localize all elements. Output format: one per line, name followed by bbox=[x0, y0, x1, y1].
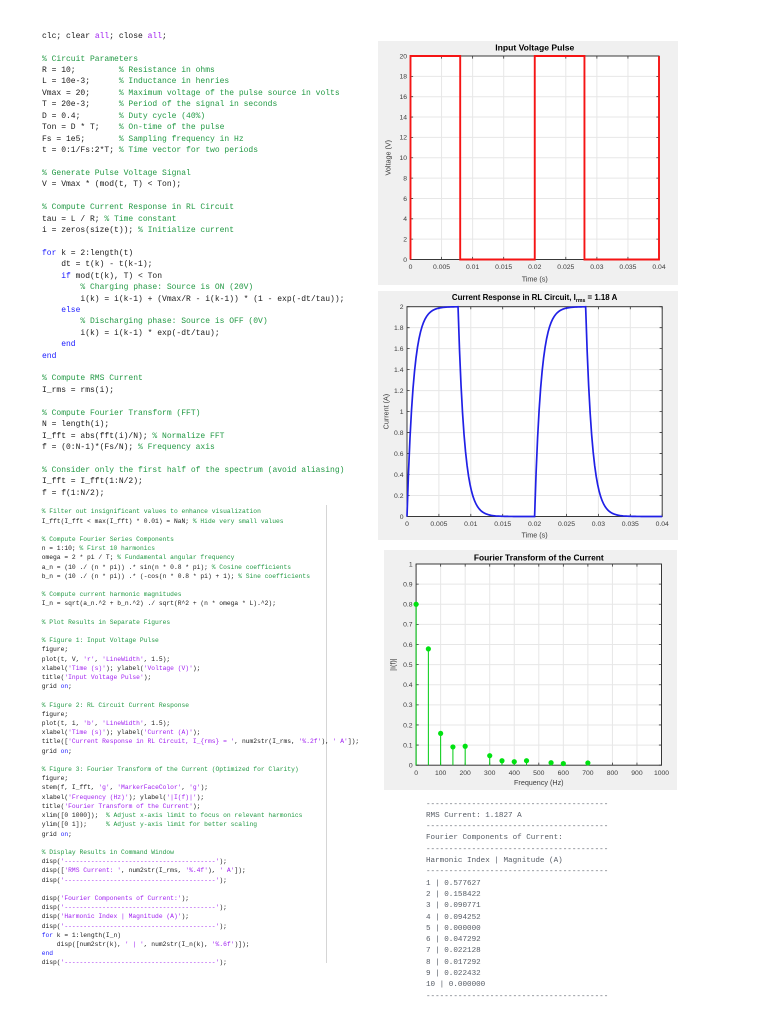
svg-text:12: 12 bbox=[399, 135, 407, 142]
svg-text:20: 20 bbox=[399, 53, 407, 60]
svg-text:0.035: 0.035 bbox=[619, 264, 636, 271]
svg-text:Time (s): Time (s) bbox=[522, 531, 548, 540]
svg-text:0: 0 bbox=[414, 770, 418, 777]
svg-text:2: 2 bbox=[403, 236, 407, 243]
svg-text:500: 500 bbox=[533, 770, 545, 777]
svg-text:8: 8 bbox=[403, 175, 407, 182]
svg-text:2: 2 bbox=[400, 304, 404, 311]
svg-text:0.8: 0.8 bbox=[394, 430, 404, 437]
svg-text:0.6: 0.6 bbox=[403, 642, 413, 649]
svg-text:Input Voltage Pulse: Input Voltage Pulse bbox=[495, 42, 574, 52]
svg-text:0.035: 0.035 bbox=[622, 521, 639, 528]
svg-text:600: 600 bbox=[557, 770, 569, 777]
svg-text:0.9: 0.9 bbox=[403, 581, 413, 588]
svg-text:300: 300 bbox=[484, 770, 496, 777]
svg-text:0.2: 0.2 bbox=[394, 493, 404, 500]
svg-text:0.01: 0.01 bbox=[466, 264, 479, 271]
svg-text:0.3: 0.3 bbox=[403, 702, 413, 709]
svg-text:0: 0 bbox=[403, 257, 407, 264]
svg-text:0.025: 0.025 bbox=[558, 521, 575, 528]
svg-text:1: 1 bbox=[408, 561, 412, 568]
svg-text:18: 18 bbox=[399, 74, 407, 81]
svg-text:0.005: 0.005 bbox=[433, 264, 450, 271]
svg-text:0.04: 0.04 bbox=[652, 264, 665, 271]
svg-text:0.2: 0.2 bbox=[403, 722, 413, 729]
svg-text:Time (s): Time (s) bbox=[522, 275, 548, 284]
svg-text:0.6: 0.6 bbox=[394, 451, 404, 458]
svg-text:0.7: 0.7 bbox=[403, 622, 413, 629]
svg-text:0.4: 0.4 bbox=[394, 472, 404, 479]
svg-text:0.4: 0.4 bbox=[403, 682, 413, 689]
svg-text:0.1: 0.1 bbox=[403, 742, 413, 749]
svg-text:1: 1 bbox=[400, 409, 404, 416]
svg-text:0.015: 0.015 bbox=[495, 264, 512, 271]
svg-text:100: 100 bbox=[434, 770, 446, 777]
svg-text:0.02: 0.02 bbox=[528, 521, 541, 528]
svg-text:16: 16 bbox=[399, 94, 407, 101]
svg-text:0.02: 0.02 bbox=[528, 264, 541, 271]
svg-text:0.5: 0.5 bbox=[403, 662, 413, 669]
svg-text:0.03: 0.03 bbox=[592, 521, 605, 528]
svg-text:10: 10 bbox=[399, 155, 407, 162]
svg-text:0.01: 0.01 bbox=[464, 521, 477, 528]
svg-text:|I(f)|: |I(f)| bbox=[388, 658, 397, 671]
svg-text:1.6: 1.6 bbox=[394, 346, 404, 353]
svg-text:1.8: 1.8 bbox=[394, 325, 404, 332]
svg-text:0.04: 0.04 bbox=[656, 521, 669, 528]
svg-text:Frequency (Hz): Frequency (Hz) bbox=[514, 778, 564, 787]
svg-text:14: 14 bbox=[399, 114, 407, 121]
svg-text:Current (A): Current (A) bbox=[382, 394, 391, 430]
svg-text:0.025: 0.025 bbox=[557, 264, 574, 271]
svg-text:Voltage (V): Voltage (V) bbox=[384, 140, 393, 176]
svg-text:0.03: 0.03 bbox=[590, 264, 603, 271]
svg-text:1.4: 1.4 bbox=[394, 367, 404, 374]
svg-text:0: 0 bbox=[408, 763, 412, 770]
svg-text:Fourier Transform of the Curre: Fourier Transform of the Current bbox=[473, 552, 603, 562]
svg-text:0: 0 bbox=[409, 264, 413, 271]
svg-text:1000: 1000 bbox=[653, 770, 668, 777]
svg-text:0.015: 0.015 bbox=[494, 521, 511, 528]
svg-text:0: 0 bbox=[400, 514, 404, 521]
svg-text:400: 400 bbox=[508, 770, 520, 777]
svg-text:0: 0 bbox=[405, 521, 409, 528]
svg-text:4: 4 bbox=[403, 216, 407, 223]
svg-text:200: 200 bbox=[459, 770, 471, 777]
svg-text:1.2: 1.2 bbox=[394, 388, 404, 395]
svg-text:900: 900 bbox=[631, 770, 643, 777]
svg-text:800: 800 bbox=[606, 770, 618, 777]
svg-text:6: 6 bbox=[403, 196, 407, 203]
svg-text:0.8: 0.8 bbox=[403, 602, 413, 609]
svg-text:700: 700 bbox=[582, 770, 594, 777]
svg-text:0.005: 0.005 bbox=[430, 521, 447, 528]
